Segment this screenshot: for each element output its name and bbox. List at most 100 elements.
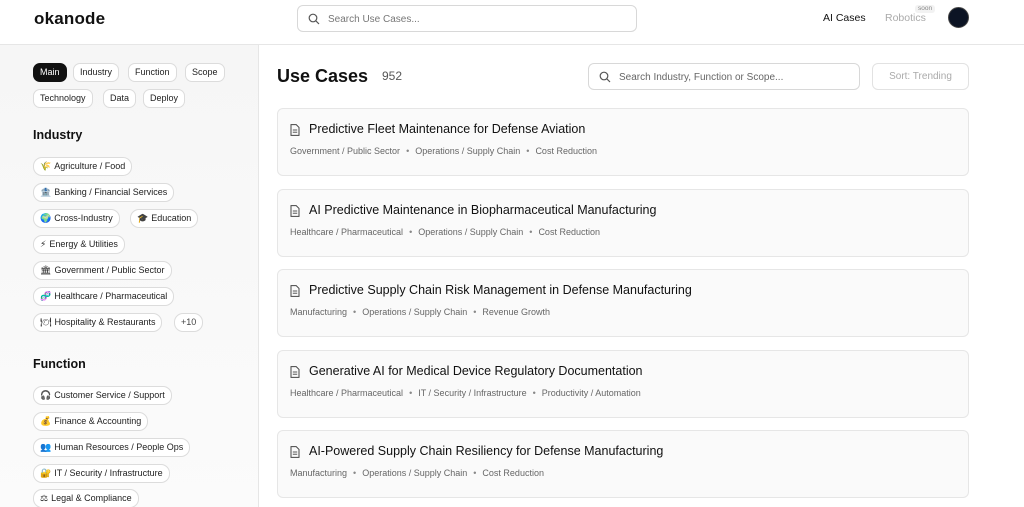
industry-more-button[interactable]: +10 bbox=[174, 313, 204, 332]
tab-industry[interactable]: Industry bbox=[73, 63, 120, 82]
chip-label: Hospitality & Restaurants bbox=[54, 317, 156, 327]
chip-label: Agriculture / Food bbox=[54, 161, 126, 171]
card-tags: Manufacturing • Operations / Supply Chain •… bbox=[290, 307, 550, 317]
card-tags: Healthcare / Pharmaceutical • Operations /… bbox=[290, 227, 600, 237]
document-icon bbox=[290, 446, 300, 458]
chip-banking-financial[interactable]: 🏦 Banking / Financial Services bbox=[33, 183, 175, 202]
headset-icon: 🎧 bbox=[40, 390, 52, 400]
card-title[interactable]: AI-Powered Supply Chain Resiliency for D… bbox=[309, 444, 663, 458]
nav-robotics[interactable]: Robotics bbox=[885, 12, 926, 24]
use-case-search[interactable] bbox=[297, 5, 637, 32]
tag-function: IT / Security / Infrastructure bbox=[418, 388, 527, 398]
chip-label: Cross-Industry bbox=[54, 213, 113, 223]
tag-industry: Government / Public Sector bbox=[290, 146, 401, 156]
scales-icon: ⚖ bbox=[40, 493, 49, 503]
chip-label: Customer Service / Support bbox=[54, 390, 165, 400]
lightning-icon: ⚡ bbox=[40, 239, 47, 249]
soon-badge: soon bbox=[915, 5, 936, 13]
avatar[interactable] bbox=[948, 7, 969, 28]
search-input[interactable] bbox=[328, 10, 628, 28]
tab-scope[interactable]: Scope bbox=[185, 63, 225, 82]
tag-function: Operations / Supply Chain bbox=[418, 227, 524, 237]
government-building-icon: 🏛 bbox=[40, 265, 52, 275]
top-header: okanode AI Cases Robotics soon bbox=[0, 0, 1024, 45]
card-tags: Government / Public Sector • Operations / … bbox=[290, 146, 597, 156]
use-case-card[interactable]: AI Predictive Maintenance in Biopharmace… bbox=[277, 189, 969, 257]
page-title: Use Cases bbox=[277, 66, 369, 86]
chip-customer-service[interactable]: 🎧 Customer Service / Support bbox=[33, 386, 172, 405]
tag-industry: Manufacturing bbox=[290, 307, 348, 317]
card-tags: Manufacturing • Operations / Supply Chain •… bbox=[290, 468, 544, 478]
money-bag-icon: 💰 bbox=[40, 416, 52, 426]
people-icon: 👥 bbox=[40, 442, 52, 452]
tab-function[interactable]: Function bbox=[128, 63, 177, 82]
plate-icon: 🍽 bbox=[40, 317, 52, 327]
document-icon bbox=[290, 124, 300, 136]
tab-main[interactable]: Main bbox=[33, 63, 67, 82]
chip-it-security[interactable]: 🔐 IT / Security / Infrastructure bbox=[33, 464, 170, 483]
chip-label: Legal & Compliance bbox=[51, 493, 132, 503]
use-case-card[interactable]: Predictive Fleet Maintenance for Defense… bbox=[277, 108, 969, 176]
tag-function: Operations / Supply Chain bbox=[362, 468, 468, 478]
chip-label: IT / Security / Infrastructure bbox=[54, 468, 163, 478]
document-icon bbox=[290, 285, 300, 297]
use-case-card[interactable]: AI-Powered Supply Chain Resiliency for D… bbox=[277, 430, 969, 498]
chip-label: Healthcare / Pharmaceutical bbox=[54, 291, 168, 301]
chip-label: Finance & Accounting bbox=[54, 416, 142, 426]
chip-label: Banking / Financial Services bbox=[54, 187, 168, 197]
dna-icon: 🧬 bbox=[40, 291, 52, 301]
function-heading: Function bbox=[33, 357, 86, 371]
chip-label: Human Resources / People Ops bbox=[54, 442, 184, 452]
graduation-cap-icon: 🎓 bbox=[137, 213, 149, 223]
tab-data[interactable]: Data bbox=[103, 89, 137, 108]
tag-outcome: Cost Reduction bbox=[535, 146, 597, 156]
chip-finance-accounting[interactable]: 💰 Finance & Accounting bbox=[33, 412, 149, 431]
tag-function: Operations / Supply Chain bbox=[362, 307, 468, 317]
tag-industry: Healthcare / Pharmaceutical bbox=[290, 227, 404, 237]
filter-search-input[interactable] bbox=[619, 68, 854, 86]
card-tags: Healthcare / Pharmaceutical • IT / Securit… bbox=[290, 388, 641, 398]
tag-outcome: Revenue Growth bbox=[482, 307, 550, 317]
use-case-card[interactable]: Generative AI for Medical Device Regulat… bbox=[277, 350, 969, 418]
bank-icon: 🏦 bbox=[40, 187, 52, 197]
sort-button[interactable]: Sort: Trending bbox=[872, 63, 969, 90]
tag-outcome: Cost Reduction bbox=[538, 227, 600, 237]
lock-icon: 🔐 bbox=[40, 468, 52, 478]
search-icon bbox=[599, 71, 611, 83]
use-case-card[interactable]: Predictive Supply Chain Risk Management … bbox=[277, 269, 969, 337]
use-case-count: 952 bbox=[382, 69, 403, 83]
chip-legal-compliance[interactable]: ⚖ Legal & Compliance bbox=[33, 489, 139, 507]
tab-technology[interactable]: Technology bbox=[33, 89, 93, 108]
document-icon bbox=[290, 366, 300, 378]
card-title[interactable]: AI Predictive Maintenance in Biopharmace… bbox=[309, 203, 656, 217]
nav-ai-cases[interactable]: AI Cases bbox=[823, 12, 866, 24]
tab-deploy[interactable]: Deploy bbox=[143, 89, 186, 108]
filter-sidebar: Main Industry Function Scope Technology … bbox=[0, 45, 259, 507]
chip-agriculture-food[interactable]: 🌾 Agriculture / Food bbox=[33, 157, 133, 176]
card-title[interactable]: Predictive Supply Chain Risk Management … bbox=[309, 283, 692, 297]
chip-education[interactable]: 🎓 Education bbox=[130, 209, 199, 228]
tag-industry: Manufacturing bbox=[290, 468, 348, 478]
card-title[interactable]: Predictive Fleet Maintenance for Defense… bbox=[309, 122, 585, 136]
chip-healthcare-pharma[interactable]: 🧬 Healthcare / Pharmaceutical bbox=[33, 287, 175, 306]
search-icon bbox=[308, 13, 320, 25]
chip-government-public[interactable]: 🏛 Government / Public Sector bbox=[33, 261, 172, 280]
card-title[interactable]: Generative AI for Medical Device Regulat… bbox=[309, 364, 643, 378]
chip-human-resources[interactable]: 👥 Human Resources / People Ops bbox=[33, 438, 191, 457]
chip-cross-industry[interactable]: 🌍 Cross-Industry bbox=[33, 209, 120, 228]
wheat-icon: 🌾 bbox=[40, 161, 52, 171]
chip-label: Education bbox=[151, 213, 192, 223]
tag-function: Operations / Supply Chain bbox=[415, 146, 521, 156]
logo[interactable]: okanode bbox=[34, 9, 105, 29]
tag-outcome: Productivity / Automation bbox=[541, 388, 641, 398]
chip-label: Energy & Utilities bbox=[49, 239, 118, 249]
chip-label: Government / Public Sector bbox=[54, 265, 165, 275]
globe-icon: 🌍 bbox=[40, 213, 52, 223]
filter-search[interactable] bbox=[588, 63, 860, 90]
tag-industry: Healthcare / Pharmaceutical bbox=[290, 388, 404, 398]
tag-outcome: Cost Reduction bbox=[482, 468, 544, 478]
industry-heading: Industry bbox=[33, 128, 83, 142]
document-icon bbox=[290, 205, 300, 217]
chip-energy-utilities[interactable]: ⚡ Energy & Utilities bbox=[33, 235, 125, 254]
chip-hospitality-restaurants[interactable]: 🍽 Hospitality & Restaurants bbox=[33, 313, 163, 332]
